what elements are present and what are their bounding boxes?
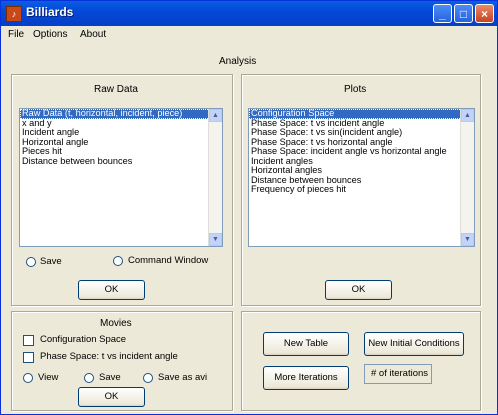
scroll-up-icon[interactable]: ▲ [461, 109, 474, 122]
scroll-down-icon[interactable]: ▼ [209, 233, 222, 246]
actions-panel: New Table New Initial Conditions More It… [241, 311, 481, 411]
minimize-button[interactable]: _ [433, 4, 452, 23]
raw-data-list-item[interactable]: Distance between bounces [20, 156, 222, 167]
movies-panel: Movies Configuration Space Phase Space: … [11, 311, 233, 411]
menu-about[interactable]: About [80, 29, 106, 40]
raw-save-label: Save [40, 256, 62, 267]
scroll-up-icon[interactable]: ▲ [209, 109, 222, 122]
phase-space-label: Phase Space: t vs incident angle [40, 351, 178, 362]
plots-listbox[interactable]: Configuration Space Phase Space: t vs inc… [248, 108, 475, 247]
phase-space-checkbox[interactable] [23, 352, 34, 363]
raw-data-listbox[interactable]: Raw Data (t, horizontal, incident, piece… [19, 108, 223, 247]
raw-ok-button[interactable]: OK [78, 280, 145, 300]
app-window: ♪ Billiards _ □ × File Options About Ana… [0, 0, 498, 415]
new-initial-conditions-button[interactable]: New Initial Conditions [364, 332, 464, 356]
configuration-space-label: Configuration Space [40, 334, 127, 345]
plots-list-scrollbar[interactable]: ▲ ▼ [460, 109, 474, 246]
movies-ok-button[interactable]: OK [78, 387, 145, 407]
title-bar[interactable]: ♪ Billiards _ □ × [1, 1, 497, 26]
raw-command-window-label: Command Window [128, 255, 209, 266]
movie-view-label: View [38, 372, 59, 383]
raw-command-window-radio[interactable] [113, 256, 123, 266]
menu-options[interactable]: Options [33, 29, 67, 40]
movie-save-label: Save [99, 372, 121, 383]
plots-title: Plots [344, 84, 367, 95]
scroll-down-icon[interactable]: ▼ [461, 233, 474, 246]
new-table-button[interactable]: New Table [263, 332, 349, 356]
plots-list-item[interactable]: Frequency of pieces hit [249, 184, 474, 195]
raw-data-title: Raw Data [94, 84, 138, 95]
configuration-space-checkbox[interactable] [23, 335, 34, 346]
menu-bar: File Options About [1, 26, 497, 44]
movie-save-avi-radio[interactable] [143, 373, 153, 383]
iterations-input[interactable]: # of iterations [364, 364, 432, 384]
maximize-button[interactable]: □ [454, 4, 473, 23]
more-iterations-button[interactable]: More Iterations [263, 366, 349, 390]
matlab-icon: ♪ [6, 6, 22, 22]
close-button[interactable]: × [475, 4, 494, 23]
menu-file[interactable]: File [8, 29, 24, 40]
page-heading: Analysis [219, 56, 257, 67]
movie-view-radio[interactable] [23, 373, 33, 383]
raw-data-panel: Raw Data Raw Data (t, horizontal, incide… [11, 74, 233, 306]
raw-save-radio[interactable] [26, 257, 36, 267]
window-title: Billiards [26, 5, 74, 19]
movies-title: Movies [100, 318, 132, 329]
plots-ok-button[interactable]: OK [325, 280, 392, 300]
movie-save-avi-label: Save as avi [158, 372, 208, 383]
raw-list-scrollbar[interactable]: ▲ ▼ [208, 109, 222, 246]
movie-save-radio[interactable] [84, 373, 94, 383]
plots-panel: Plots Configuration Space Phase Space: t … [241, 74, 481, 306]
